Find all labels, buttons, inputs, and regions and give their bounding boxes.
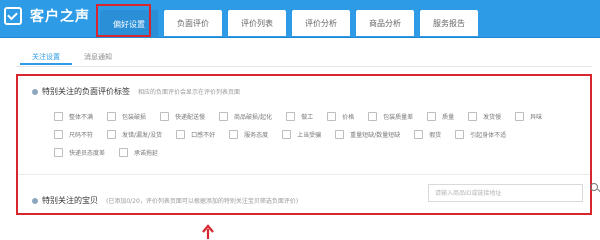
- tab-review-analysis[interactable]: 评价分析: [292, 10, 350, 36]
- annotation-arrow-icon: [202, 224, 214, 239]
- checkbox[interactable]: [107, 111, 117, 121]
- tag-checkbox-item[interactable]: 重量短缺/数量短缺: [335, 129, 401, 139]
- tag-checkbox-item[interactable]: 上当受骗: [282, 129, 322, 139]
- tag-label: 发货慢: [483, 113, 502, 121]
- checkbox[interactable]: [54, 129, 63, 139]
- tag-label: 质量: [442, 113, 455, 121]
- bullet-icon: [32, 88, 38, 95]
- tag-row: 尺码不符 发错/漏发/没货 口感不好 服务态度 上当受骗 重量短缺/数量短缺 假…: [54, 125, 584, 143]
- checkbox[interactable]: [119, 147, 129, 157]
- tag-checkbox-item[interactable]: 整体不满: [54, 111, 94, 121]
- app-title: 客户之声: [30, 9, 90, 25]
- tag-label: 商品破损/起化: [234, 113, 273, 121]
- tag-checkbox-item[interactable]: 引起身体不适: [455, 129, 507, 139]
- subtabs-divider: [16, 66, 592, 67]
- tag-checkbox-item[interactable]: 包装质量差: [368, 111, 414, 121]
- negative-tags-hint: 相应的负面评价会显示在评价列表页面: [138, 89, 241, 96]
- tag-label: 整体不满: [69, 113, 94, 121]
- tag-checkbox-item[interactable]: 发货慢: [468, 111, 502, 121]
- tag-row: 快递员态度差 承诺拖延: [54, 143, 584, 161]
- subtab-attention-settings[interactable]: 关注设置: [20, 49, 72, 65]
- tag-checkbox-item[interactable]: 假货: [414, 129, 442, 139]
- checkbox[interactable]: [286, 111, 296, 121]
- tab-preferences[interactable]: 偏好设置: [100, 10, 158, 38]
- attention-items-hint: (已添加0/20，评价列表页面可以根据添加的特别关注宝贝筛选负面评价): [106, 198, 299, 205]
- sub-tabs: 关注设置 消息通知: [20, 49, 124, 65]
- tag-row: 整体不满 包装破损 快递配送慢 商品破损/起化 做工 价格 包装质量差 质量 发…: [54, 107, 584, 125]
- tag-checkbox-item[interactable]: 价格: [327, 111, 355, 121]
- checkbox[interactable]: [54, 111, 63, 121]
- tag-checkbox-item[interactable]: 异味: [515, 111, 543, 121]
- tag-checkbox-item[interactable]: 快递员态度差: [54, 147, 106, 157]
- tag-checkbox-item[interactable]: 发错/漏发/没货: [107, 129, 163, 139]
- settings-panel: 特别关注的负面评价标签 相应的负面评价会显示在评价列表页面 整体不满 包装破损 …: [16, 74, 592, 215]
- tag-label: 发错/漏发/没货: [122, 131, 163, 139]
- tag-label: 快递配送慢: [175, 113, 206, 121]
- attention-items-title: 特别关注的宝贝: [42, 196, 98, 205]
- checkbox[interactable]: [368, 111, 378, 121]
- checkbox[interactable]: [455, 129, 465, 139]
- tab-review-list[interactable]: 评价列表: [228, 10, 286, 36]
- tag-checkbox-item[interactable]: 做工: [286, 111, 314, 121]
- app-logo: 客户之声: [4, 6, 90, 26]
- negative-tags-title: 特别关注的负面评价标签: [42, 87, 130, 96]
- tag-checkbox-item[interactable]: 包装破损: [107, 111, 147, 121]
- checkbox[interactable]: [414, 129, 424, 139]
- tag-label: 价格: [342, 113, 355, 121]
- product-search-input[interactable]: [428, 184, 583, 202]
- checkbox[interactable]: [427, 111, 437, 121]
- checkbox[interactable]: [160, 111, 170, 121]
- tag-checkbox-item[interactable]: 口感不好: [176, 129, 216, 139]
- checkbox[interactable]: [327, 111, 337, 121]
- checkbox[interactable]: [229, 129, 239, 139]
- tag-label: 包装破损: [122, 113, 147, 121]
- checkbox[interactable]: [54, 147, 63, 157]
- tag-label: 上当受骗: [297, 131, 322, 139]
- attention-items-heading: 特别关注的宝贝 (已添加0/20，评价列表页面可以根据添加的特别关注宝贝筛选负面…: [32, 195, 298, 206]
- negative-tags-heading: 特别关注的负面评价标签 相应的负面评价会显示在评价列表页面: [32, 86, 240, 97]
- tag-label: 异味: [530, 113, 543, 121]
- tag-label: 重量短缺/数量短缺: [350, 131, 401, 139]
- tag-checkbox-item[interactable]: 尺码不符: [54, 129, 94, 139]
- tag-checkbox-item[interactable]: 质量: [427, 111, 455, 121]
- page: 客户之声 偏好设置 负面评价 评价列表 评价分析 商品分析 服务报告 关注设置 …: [0, 0, 600, 240]
- checkbox[interactable]: [176, 129, 186, 139]
- subtab-message-notifications[interactable]: 消息通知: [72, 49, 124, 65]
- tag-label: 服务态度: [244, 131, 269, 139]
- tag-label: 引起身体不适: [470, 131, 507, 139]
- tag-label: 承诺拖延: [134, 149, 159, 157]
- section-divider: [18, 174, 590, 175]
- checkmark-logo-icon: [4, 7, 22, 25]
- tag-checkbox-item[interactable]: 快递配送慢: [160, 111, 206, 121]
- checkbox[interactable]: [107, 129, 117, 139]
- search-icon[interactable]: [590, 182, 600, 194]
- checkbox[interactable]: [515, 111, 525, 121]
- tag-label: 假货: [429, 131, 442, 139]
- tag-label: 做工: [301, 113, 314, 121]
- tab-negative-reviews[interactable]: 负面评价: [164, 10, 222, 36]
- tab-service-report[interactable]: 服务报告: [420, 10, 478, 36]
- checkbox[interactable]: [282, 129, 292, 139]
- tab-product-analysis[interactable]: 商品分析: [356, 10, 414, 36]
- checkbox[interactable]: [335, 129, 345, 139]
- tag-label: 口感不好: [191, 131, 216, 139]
- tag-checkbox-item[interactable]: 商品破损/起化: [219, 111, 273, 121]
- checkbox[interactable]: [468, 111, 478, 121]
- checkbox[interactable]: [219, 111, 229, 121]
- tag-label: 尺码不符: [69, 131, 94, 139]
- main-nav: 偏好设置 负面评价 评价列表 评价分析 商品分析 服务报告: [100, 10, 484, 38]
- tag-checkbox-item[interactable]: 服务态度: [229, 129, 269, 139]
- tag-label: 包装质量差: [383, 113, 414, 121]
- tag-label: 快递员态度差: [69, 149, 106, 157]
- tag-checkbox-item[interactable]: 承诺拖延: [119, 147, 159, 157]
- top-header: 客户之声 偏好设置 负面评价 评价列表 评价分析 商品分析 服务报告: [0, 0, 600, 38]
- negative-tags-grid: 整体不满 包装破损 快递配送慢 商品破损/起化 做工 价格 包装质量差 质量 发…: [54, 107, 584, 161]
- bullet-icon: [32, 197, 38, 204]
